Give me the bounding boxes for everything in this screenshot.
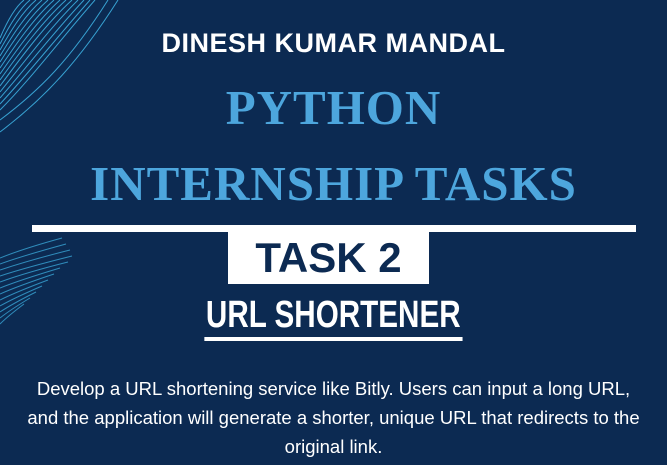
divider-line <box>32 225 636 232</box>
task-label: TASK 2 <box>228 232 429 284</box>
task-title-text: URL SHORTENER <box>204 293 463 341</box>
poster: DINESH KUMAR MANDAL PYTHON INTERNSHIP TA… <box>0 0 667 465</box>
author-name: DINESH KUMAR MANDAL <box>161 28 506 58</box>
task-description: Develop a URL shortening service like Bi… <box>27 378 640 457</box>
task-title: URL SHORTENER <box>0 293 667 345</box>
headline-line-2: INTERNSHIP TASKS <box>90 156 577 211</box>
headline-line-1: PYTHON <box>225 80 442 135</box>
